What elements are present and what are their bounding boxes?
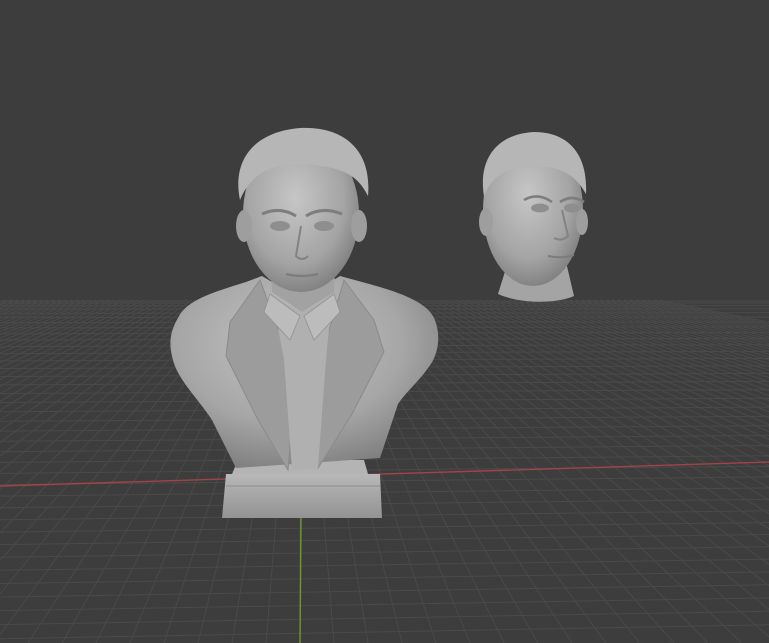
grid-line (0, 299, 61, 319)
head-ear-right (576, 209, 588, 235)
bust-model[interactable] (170, 127, 439, 518)
head-model[interactable] (479, 132, 588, 302)
head-eye-left (531, 203, 549, 213)
pedestal-base (222, 474, 382, 518)
grid-line (0, 584, 769, 598)
grid-line (0, 522, 769, 533)
grid-line (0, 498, 769, 509)
bust-eye-right (314, 221, 334, 231)
grid-line (0, 546, 769, 558)
bust-ear-right (351, 210, 367, 242)
head-eye-right (564, 203, 580, 213)
bust-eye-left (270, 221, 290, 231)
grid-line (0, 624, 769, 640)
grid-line (0, 444, 769, 453)
grid-line (0, 299, 145, 369)
grid-line (0, 558, 769, 571)
grid-line (0, 455, 769, 463)
grid-line (0, 610, 769, 626)
y-axis-line (299, 517, 302, 643)
viewport-canvas[interactable] (0, 0, 769, 643)
grid-line (0, 299, 85, 330)
grid-line (0, 487, 769, 497)
head-ear-left (479, 208, 493, 236)
bust-ear-left (236, 210, 252, 242)
x-axis-line (0, 461, 769, 487)
3d-viewport[interactable] (0, 0, 769, 643)
